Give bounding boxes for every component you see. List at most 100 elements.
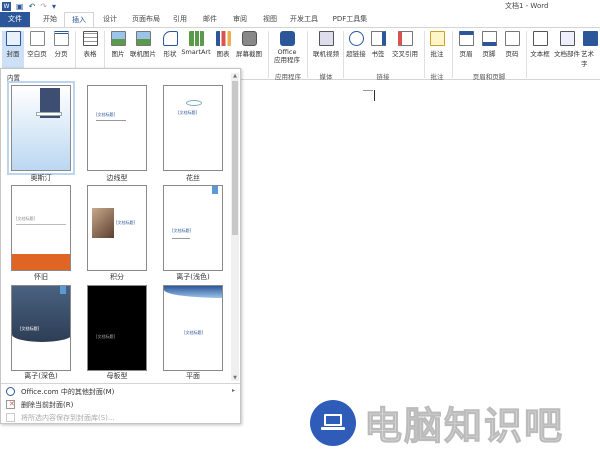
cover-thumb-retro[interactable]: [文档标题] xyxy=(11,185,71,271)
tab-home[interactable]: 开始 xyxy=(36,12,64,27)
wordart-icon xyxy=(583,31,598,46)
thumb-dark-block xyxy=(12,286,70,342)
thumb-rule xyxy=(96,120,126,121)
site-watermark: 电脑知识吧 xyxy=(310,395,564,450)
separator xyxy=(526,31,527,78)
window-title: 文档1 - Word xyxy=(505,2,549,10)
page-number-icon xyxy=(504,31,520,46)
shapes-button[interactable]: 形状 xyxy=(159,31,181,58)
table-icon xyxy=(82,31,98,46)
gallery-scrollbar[interactable]: ▲ ▼ xyxy=(231,73,239,381)
footer-icon xyxy=(481,31,497,46)
cover-thumb-sideline[interactable]: [文档标题] xyxy=(87,85,147,171)
separator xyxy=(424,31,425,78)
tab-review[interactable]: 审阅 xyxy=(226,12,254,27)
cover-label-motion: 母板型 xyxy=(106,372,128,380)
redo-icon[interactable]: ↷ xyxy=(40,2,47,11)
page-break-icon xyxy=(53,31,69,46)
bookmark-button[interactable]: 书签 xyxy=(368,31,388,58)
quick-access-toolbar: W ▣ ↶ ↷ ▾ xyxy=(2,0,56,12)
office-store-icon xyxy=(279,31,295,46)
cover-label-retro: 怀旧 xyxy=(34,273,48,281)
quick-parts-button[interactable]: 文档部件 xyxy=(553,31,581,58)
cover-page-button[interactable]: 封面 xyxy=(2,31,24,69)
cover-label-austin: 奥斯汀 xyxy=(30,174,52,182)
footer-button[interactable]: 页脚 xyxy=(478,31,500,58)
online-picture-button[interactable]: 联机图片 xyxy=(128,31,158,58)
thumb-title-text: [文档标题] xyxy=(184,330,204,335)
tab-page-layout[interactable]: 页面布局 xyxy=(126,12,166,27)
tab-file[interactable]: 文件 xyxy=(0,12,30,27)
remove-cover-menu-item[interactable]: 删除当前封面(R) xyxy=(21,400,73,410)
cover-label-ion-dark: 离子(深色) xyxy=(24,372,58,380)
laptop-logo-icon xyxy=(310,399,356,446)
chart-button[interactable]: 图表 xyxy=(213,31,233,58)
wordart-button[interactable]: 艺术字 xyxy=(581,31,600,68)
online-video-button[interactable]: 联机视频 xyxy=(310,31,342,58)
cover-thumb-flat[interactable]: [文档标题] xyxy=(163,285,223,371)
picture-button[interactable]: 图片 xyxy=(107,31,129,58)
scroll-up-icon[interactable]: ▲ xyxy=(231,73,239,79)
header-button[interactable]: 页眉 xyxy=(455,31,477,58)
picture-icon xyxy=(110,31,126,46)
hyperlink-button[interactable]: 超链接 xyxy=(345,31,367,58)
save-to-gallery-menu-item[interactable]: 将所选内容保存到封面库(S)... xyxy=(21,413,115,423)
separator xyxy=(307,31,308,78)
cover-thumb-motion[interactable]: [文档标题] xyxy=(87,285,147,371)
table-button[interactable]: 表格 xyxy=(79,31,101,58)
chevron-right-icon: ▸ xyxy=(232,387,236,394)
chart-icon xyxy=(215,31,231,46)
cross-reference-button[interactable]: 交叉引用 xyxy=(389,31,421,58)
undo-icon[interactable]: ↶ xyxy=(29,2,36,11)
text-box-button[interactable]: 文本框 xyxy=(528,31,552,58)
ribbon-tabs: 文件 开始 插入 设计 页面布局 引用 邮件 审阅 视图 开发工具 PDF工具集 xyxy=(0,12,600,28)
cover-thumb-ion-light[interactable]: [文档标题] xyxy=(163,185,223,271)
smartart-button[interactable]: SmartArt xyxy=(181,31,211,56)
globe-link-icon xyxy=(348,31,364,46)
cover-thumb-ion-dark[interactable]: [文档标题] xyxy=(11,285,71,371)
tab-developer[interactable]: 开发工具 xyxy=(284,12,324,27)
online-picture-icon xyxy=(135,31,151,46)
text-cursor xyxy=(374,90,375,101)
separator xyxy=(452,31,453,78)
page-number-button[interactable]: 页码 xyxy=(501,31,523,58)
cover-label-ion-light: 离子(浅色) xyxy=(176,273,210,281)
camera-icon xyxy=(241,31,257,46)
thumb-rule xyxy=(172,238,190,239)
office-apps-button[interactable]: Office 应用程序 xyxy=(271,31,303,64)
thumb-ornament xyxy=(186,100,202,106)
scrollbar-thumb[interactable] xyxy=(232,81,238,235)
cover-thumb-integral[interactable]: [文档标题] xyxy=(87,185,147,271)
tab-mailings[interactable]: 邮件 xyxy=(196,12,224,27)
tab-design[interactable]: 设计 xyxy=(96,12,124,27)
tab-pdf-tools[interactable]: PDF工具集 xyxy=(328,12,372,27)
save-to-gallery-icon xyxy=(6,413,15,422)
watermark-text: 电脑知识吧 xyxy=(363,404,565,449)
thumb-title-text: [文档标题] xyxy=(178,110,198,115)
thumb-page-tab xyxy=(60,286,66,294)
blank-page-button[interactable]: 空白页 xyxy=(26,31,48,58)
more-covers-menu-item[interactable]: Office.com 中的其他封面(M) xyxy=(21,387,114,397)
comment-button[interactable]: 批注 xyxy=(426,31,448,58)
header-icon xyxy=(458,31,474,46)
blank-page-icon xyxy=(29,31,45,46)
separator xyxy=(343,31,344,78)
page-break-button[interactable]: 分页 xyxy=(50,31,72,58)
screenshot-button[interactable]: 屏幕截图 xyxy=(233,31,265,58)
tab-references[interactable]: 引用 xyxy=(166,12,194,27)
customize-icon[interactable]: ▾ xyxy=(52,2,56,11)
cover-thumb-austin[interactable] xyxy=(7,81,75,175)
bookmark-icon xyxy=(370,31,386,46)
thumb-title-text: [文档标题] xyxy=(96,334,116,339)
thumb-title-text: [文档标题] xyxy=(116,220,136,225)
tab-view[interactable]: 视图 xyxy=(256,12,284,27)
cover-label-flat: 平面 xyxy=(186,372,200,380)
cover-label-integral: 积分 xyxy=(110,273,124,281)
save-icon[interactable]: ▣ xyxy=(16,2,24,11)
tab-insert[interactable]: 插入 xyxy=(64,12,94,28)
cover-thumb-filigree[interactable]: [文档标题] xyxy=(163,85,223,171)
red-x-icon: ✕ xyxy=(9,400,15,408)
thumb-rule xyxy=(16,224,66,225)
margin-mark xyxy=(363,90,373,91)
thumb-bottom-band xyxy=(12,254,70,270)
